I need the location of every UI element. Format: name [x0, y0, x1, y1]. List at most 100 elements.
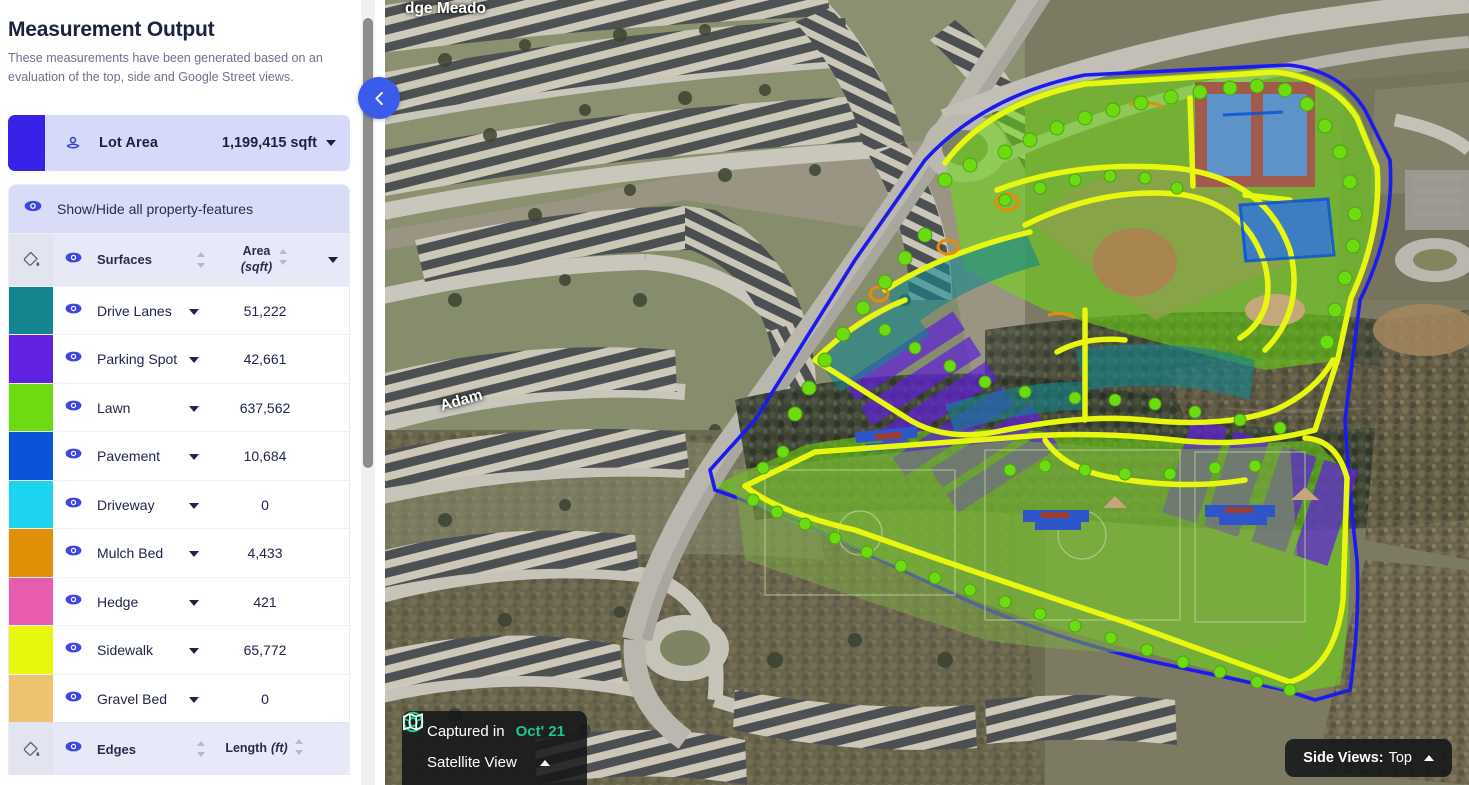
sort-arrows-icon[interactable] — [293, 737, 305, 762]
row-main: Hedge — [53, 578, 213, 626]
show-hide-all-label: Show/Hide all property-features — [57, 200, 254, 217]
eye-icon[interactable] — [64, 687, 83, 711]
row-label: Lawn — [97, 399, 131, 416]
eye-icon[interactable] — [64, 590, 83, 614]
eye-icon[interactable] — [64, 396, 83, 420]
collapse-panel-button[interactable] — [358, 77, 400, 119]
surfaces-table-header: Surfaces Area (sqft) — [9, 232, 349, 286]
row-color-swatch[interactable] — [9, 286, 53, 335]
chevron-down-icon[interactable] — [189, 690, 199, 708]
show-hide-all-row[interactable]: Show/Hide all property-features — [9, 184, 349, 233]
edges-column-menu-spacer — [317, 723, 349, 775]
row-main: Drive Lanes — [53, 287, 213, 335]
row-color-swatch[interactable] — [9, 626, 53, 674]
edges-column-header: Edges — [97, 741, 137, 757]
table-row[interactable]: Mulch Bed 4,433 — [9, 528, 349, 577]
row-main: Pavement — [53, 432, 213, 480]
eye-icon[interactable] — [64, 737, 83, 761]
chevron-down-icon[interactable] — [326, 139, 336, 146]
chevron-down-icon[interactable] — [189, 399, 199, 417]
row-main: Mulch Bed — [53, 529, 213, 577]
chevron-down-icon[interactable] — [189, 350, 199, 368]
chevron-down-icon[interactable] — [189, 593, 199, 611]
eye-icon[interactable] — [64, 299, 83, 323]
chevron-down-icon[interactable] — [328, 256, 338, 263]
lot-area-value-group[interactable]: 1,199,415 sqft — [222, 135, 336, 151]
table-row[interactable]: Parking Spot 42,661 — [9, 334, 349, 383]
surfaces-header-main: Surfaces — [53, 234, 213, 286]
chevron-down-icon[interactable] — [189, 302, 199, 320]
row-value: 10,684 — [243, 448, 287, 464]
row-color-swatch[interactable] — [9, 480, 53, 529]
row-label: Hedge — [97, 593, 139, 610]
row-value: 4,433 — [247, 545, 283, 561]
row-color-swatch[interactable] — [9, 432, 53, 480]
row-extra-spacer — [317, 578, 349, 626]
row-extra-spacer — [317, 287, 349, 335]
eye-icon[interactable] — [64, 493, 83, 517]
edges-table-header: Edges Length (ft) — [9, 722, 349, 776]
row-label: Parking Spot — [97, 351, 178, 367]
eye-icon[interactable] — [64, 444, 83, 468]
row-value: 65,772 — [243, 642, 287, 658]
row-extra-spacer — [317, 432, 349, 480]
eye-icon[interactable] — [64, 638, 83, 662]
area-column-unit: (sqft) — [240, 259, 273, 274]
eye-icon[interactable] — [64, 248, 83, 272]
lot-area-color-swatch — [8, 114, 45, 171]
caret-up-icon[interactable] — [539, 759, 550, 766]
length-column-header: Length (ft) — [213, 723, 317, 775]
lot-area-body: Lot Area 1,199,415 sqft — [45, 115, 350, 171]
sort-arrows-icon[interactable] — [195, 250, 207, 270]
chevron-down-icon[interactable] — [189, 447, 199, 465]
row-label: Gravel Bed — [97, 690, 168, 707]
paint-bucket-icon[interactable] — [9, 233, 53, 286]
caret-up-icon[interactable] — [1424, 755, 1434, 761]
satellite-map[interactable]: dge Meado Adam Captured in Oct' 21 Satel… — [385, 0, 1469, 785]
side-views-control[interactable]: Side Views: Top — [1285, 739, 1452, 777]
row-label: Pavement — [97, 448, 161, 464]
chevron-down-icon[interactable] — [189, 496, 199, 514]
row-label: Mulch Bed — [97, 545, 164, 561]
panel-header: Measurement Output These measurements ha… — [0, 0, 360, 88]
captured-row: Captured in Oct' 21 — [402, 711, 567, 740]
row-main: Sidewalk — [53, 626, 213, 674]
row-color-swatch[interactable] — [9, 529, 53, 577]
area-column-label-group: Area (sqft) — [241, 244, 272, 275]
table-row[interactable]: Hedge 421 — [9, 576, 349, 626]
row-value: 51,222 — [243, 302, 287, 319]
row-label: Driveway — [97, 496, 155, 513]
row-main: Gravel Bed — [53, 675, 213, 723]
page-subtitle: These measurements have been generated b… — [8, 51, 323, 85]
lot-area-label: Lot Area — [99, 134, 159, 151]
captured-label: Captured in — [427, 723, 505, 740]
chevron-down-icon[interactable] — [189, 544, 199, 562]
row-color-swatch[interactable] — [9, 335, 53, 383]
table-row[interactable]: Driveway 0 — [9, 479, 349, 529]
eye-icon[interactable] — [64, 347, 83, 371]
map-info-box: Captured in Oct' 21 Satellite View — [402, 711, 587, 785]
row-color-swatch[interactable] — [9, 383, 53, 432]
table-row[interactable]: Drive Lanes 51,222 — [9, 285, 349, 335]
paint-bucket-icon[interactable] — [9, 723, 53, 776]
row-color-swatch[interactable] — [9, 674, 53, 723]
sort-arrows-icon[interactable] — [277, 247, 289, 272]
eye-icon[interactable] — [23, 196, 43, 221]
eye-icon[interactable] — [64, 541, 83, 565]
sort-arrows-icon[interactable] — [195, 739, 207, 759]
view-mode-label: Satellite View — [427, 754, 517, 771]
row-label: Sidewalk — [97, 642, 154, 658]
view-mode-row[interactable]: Satellite View — [403, 713, 567, 771]
length-column-unit: (ft) — [271, 741, 288, 756]
lot-area-card[interactable]: Lot Area 1,199,415 sqft — [8, 114, 350, 171]
row-value: 42,661 — [243, 351, 287, 367]
area-column-menu[interactable] — [317, 234, 349, 286]
chevron-down-icon[interactable] — [189, 641, 199, 659]
table-row[interactable]: Lawn 637,562 — [9, 382, 349, 432]
row-color-swatch[interactable] — [9, 577, 53, 626]
table-row[interactable]: Pavement 10,684 — [9, 431, 349, 480]
row-extra-spacer — [317, 481, 349, 529]
left-panel: Measurement Output These measurements ha… — [0, 0, 385, 785]
table-row[interactable]: Gravel Bed 0 — [9, 673, 349, 723]
table-row[interactable]: Sidewalk 65,772 — [9, 625, 349, 674]
